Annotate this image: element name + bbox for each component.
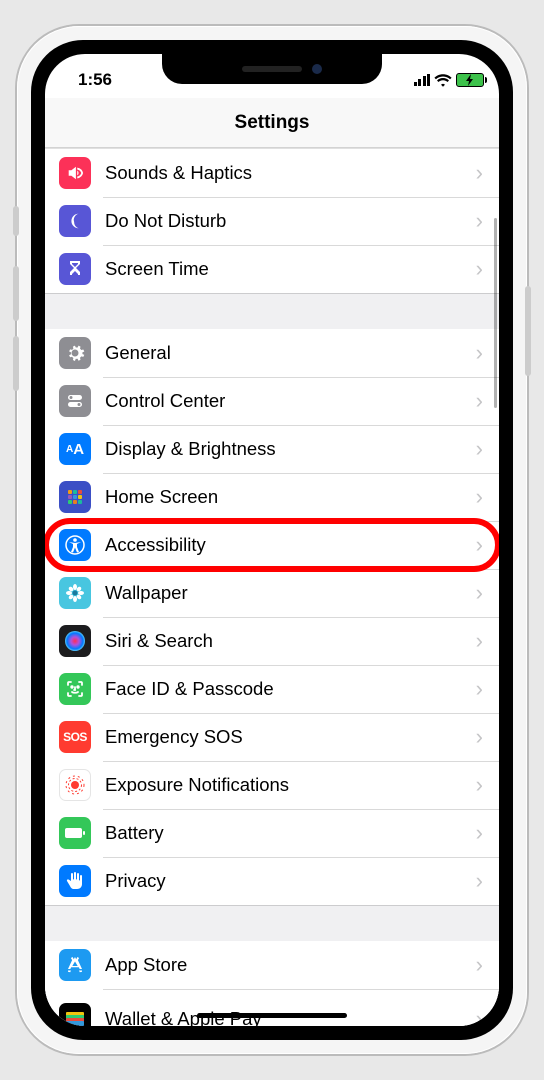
battery-full-icon (59, 817, 91, 849)
appstore-label: App Store (105, 954, 476, 976)
chevron-right-icon: › (476, 952, 483, 978)
gear-icon (59, 337, 91, 369)
chevron-right-icon: › (476, 388, 483, 414)
moon-icon (59, 205, 91, 237)
chevron-right-icon: › (476, 256, 483, 282)
wallpaper-label: Wallpaper (105, 582, 476, 604)
wifi-icon (434, 74, 452, 87)
hourglass-icon (59, 253, 91, 285)
faceid-label: Face ID & Passcode (105, 678, 476, 700)
controlcenter-label: Control Center (105, 390, 476, 412)
chevron-right-icon: › (476, 868, 483, 894)
home-indicator[interactable] (197, 1013, 347, 1018)
chevron-right-icon: › (476, 772, 483, 798)
homescreen-label: Home Screen (105, 486, 476, 508)
siri-search-row[interactable]: Siri & Search › (45, 617, 499, 665)
sounds-label: Sounds & Haptics (105, 162, 476, 184)
exposure-icon (59, 769, 91, 801)
mute-switch (13, 206, 19, 236)
accessibility-label: Accessibility (105, 534, 476, 556)
general-label: General (105, 342, 476, 364)
screen: 1:56 Settings (45, 54, 499, 1026)
chevron-right-icon: › (476, 1006, 483, 1026)
siri-label: Siri & Search (105, 630, 476, 652)
notch (162, 54, 382, 84)
chevron-right-icon: › (476, 484, 483, 510)
phone-frame: 1:56 Settings (17, 26, 527, 1054)
chevron-right-icon: › (476, 208, 483, 234)
hand-icon (59, 865, 91, 897)
chevron-right-icon: › (476, 436, 483, 462)
privacy-row[interactable]: Privacy › (45, 857, 499, 905)
emergency-sos-row[interactable]: SOS Emergency SOS › (45, 713, 499, 761)
battery-label: Battery (105, 822, 476, 844)
exposure-label: Exposure Notifications (105, 774, 476, 796)
battery-icon (456, 73, 484, 87)
settings-list[interactable]: Sounds & Haptics › Do Not Disturb › (45, 148, 499, 1026)
volume-down-button (13, 336, 19, 391)
privacy-label: Privacy (105, 870, 476, 892)
chevron-right-icon: › (476, 724, 483, 750)
toggles-icon (59, 385, 91, 417)
status-time: 1:56 (45, 70, 145, 90)
exposure-notifications-row[interactable]: Exposure Notifications › (45, 761, 499, 809)
wallet-icon (59, 1003, 91, 1026)
home-screen-row[interactable]: Home Screen › (45, 473, 499, 521)
screentime-label: Screen Time (105, 258, 476, 280)
chevron-right-icon: › (476, 820, 483, 846)
chevron-right-icon: › (476, 580, 483, 606)
display-label: Display & Brightness (105, 438, 476, 460)
flower-icon (59, 577, 91, 609)
app-grid-icon (59, 481, 91, 513)
screen-time-row[interactable]: Screen Time › (45, 245, 499, 293)
sounds-icon (59, 157, 91, 189)
chevron-right-icon: › (476, 532, 483, 558)
accessibility-icon (59, 529, 91, 561)
chevron-right-icon: › (476, 340, 483, 366)
volume-up-button (13, 266, 19, 321)
accessibility-row[interactable]: Accessibility › (45, 521, 499, 569)
dnd-label: Do Not Disturb (105, 210, 476, 232)
cellular-signal-icon (414, 74, 431, 86)
do-not-disturb-row[interactable]: Do Not Disturb › (45, 197, 499, 245)
wallpaper-row[interactable]: Wallpaper › (45, 569, 499, 617)
sos-icon: SOS (59, 721, 91, 753)
app-store-row[interactable]: App Store › (45, 941, 499, 989)
chevron-right-icon: › (476, 160, 483, 186)
display-brightness-row[interactable]: AA Display & Brightness › (45, 425, 499, 473)
general-row[interactable]: General › (45, 329, 499, 377)
text-size-icon: AA (59, 433, 91, 465)
wallet-row[interactable]: Wallet & Apple Pay › (45, 989, 499, 1026)
sounds-haptics-row[interactable]: Sounds & Haptics › (45, 149, 499, 197)
power-button (525, 286, 531, 376)
app-store-icon (59, 949, 91, 981)
chevron-right-icon: › (476, 676, 483, 702)
chevron-right-icon: › (476, 628, 483, 654)
page-title: Settings (45, 98, 499, 148)
battery-row[interactable]: Battery › (45, 809, 499, 857)
siri-icon (59, 625, 91, 657)
control-center-row[interactable]: Control Center › (45, 377, 499, 425)
sos-label: Emergency SOS (105, 726, 476, 748)
face-id-row[interactable]: Face ID & Passcode › (45, 665, 499, 713)
face-id-icon (59, 673, 91, 705)
